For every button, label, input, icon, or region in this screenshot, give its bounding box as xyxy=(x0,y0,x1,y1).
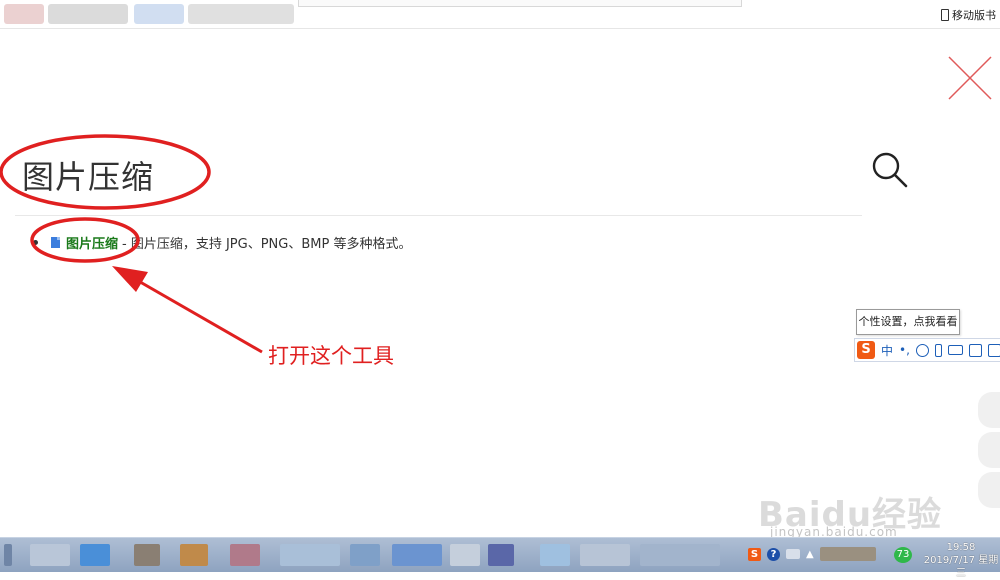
annotation-text: 打开这个工具 xyxy=(268,344,394,368)
ime-toolbar[interactable]: S 中 •, xyxy=(854,338,1000,362)
emoji-icon[interactable] xyxy=(915,343,929,357)
system-tray: S ? ▲ xyxy=(748,540,876,568)
taskbar-button[interactable] xyxy=(30,544,70,566)
ime-mode-toggle[interactable]: 中 xyxy=(881,342,893,359)
taskbar-button[interactable] xyxy=(580,544,630,566)
taskbar-button[interactable] xyxy=(540,544,570,566)
taskbar-button[interactable] xyxy=(640,544,720,566)
show-hidden-icons[interactable]: ▲ xyxy=(806,549,814,560)
taskbar-button[interactable] xyxy=(280,544,340,566)
user-icon[interactable] xyxy=(968,343,982,357)
keyboard-icon[interactable] xyxy=(947,345,963,355)
tray-badge[interactable]: 73 xyxy=(894,547,912,563)
annotation-circle-link xyxy=(30,217,140,263)
taskbar-button[interactable] xyxy=(488,544,514,566)
floating-button[interactable] xyxy=(978,432,1000,468)
microphone-icon[interactable] xyxy=(934,343,942,357)
taskbar-button[interactable] xyxy=(4,544,12,566)
network-tray-icon[interactable] xyxy=(786,549,800,559)
annotation-arrow-line xyxy=(127,273,263,354)
taskbar-button[interactable] xyxy=(134,544,160,566)
taskbar-clock[interactable]: 19:58 2019/7/17 星期三 xyxy=(922,541,1000,580)
floating-button[interactable] xyxy=(978,472,1000,508)
floating-button[interactable] xyxy=(978,392,1000,428)
sogou-logo-icon[interactable]: S xyxy=(857,341,875,359)
annotation-circle-title xyxy=(0,134,211,210)
sogou-tray-icon[interactable]: S xyxy=(748,547,761,561)
taskbar-button[interactable] xyxy=(450,544,480,566)
taskbar-button[interactable] xyxy=(350,544,380,566)
clock-date: 2019/7/17 星期三 xyxy=(923,555,999,579)
taskbar-button[interactable] xyxy=(392,544,442,566)
taskbar-button[interactable] xyxy=(230,544,260,566)
annotation-overlay xyxy=(0,134,263,354)
blurred-tray-icons[interactable] xyxy=(819,547,876,561)
help-tray-icon[interactable]: ? xyxy=(767,547,780,561)
ime-tooltip[interactable]: 个性设置，点我看看 xyxy=(856,309,960,335)
taskbar-button[interactable] xyxy=(180,544,208,566)
ime-punct-toggle[interactable]: •, xyxy=(899,343,910,357)
shirt-icon[interactable] xyxy=(987,343,1000,357)
clock-time: 19:58 xyxy=(946,542,976,553)
taskbar-button[interactable] xyxy=(80,544,110,566)
annotation-arrow-head xyxy=(112,266,148,292)
